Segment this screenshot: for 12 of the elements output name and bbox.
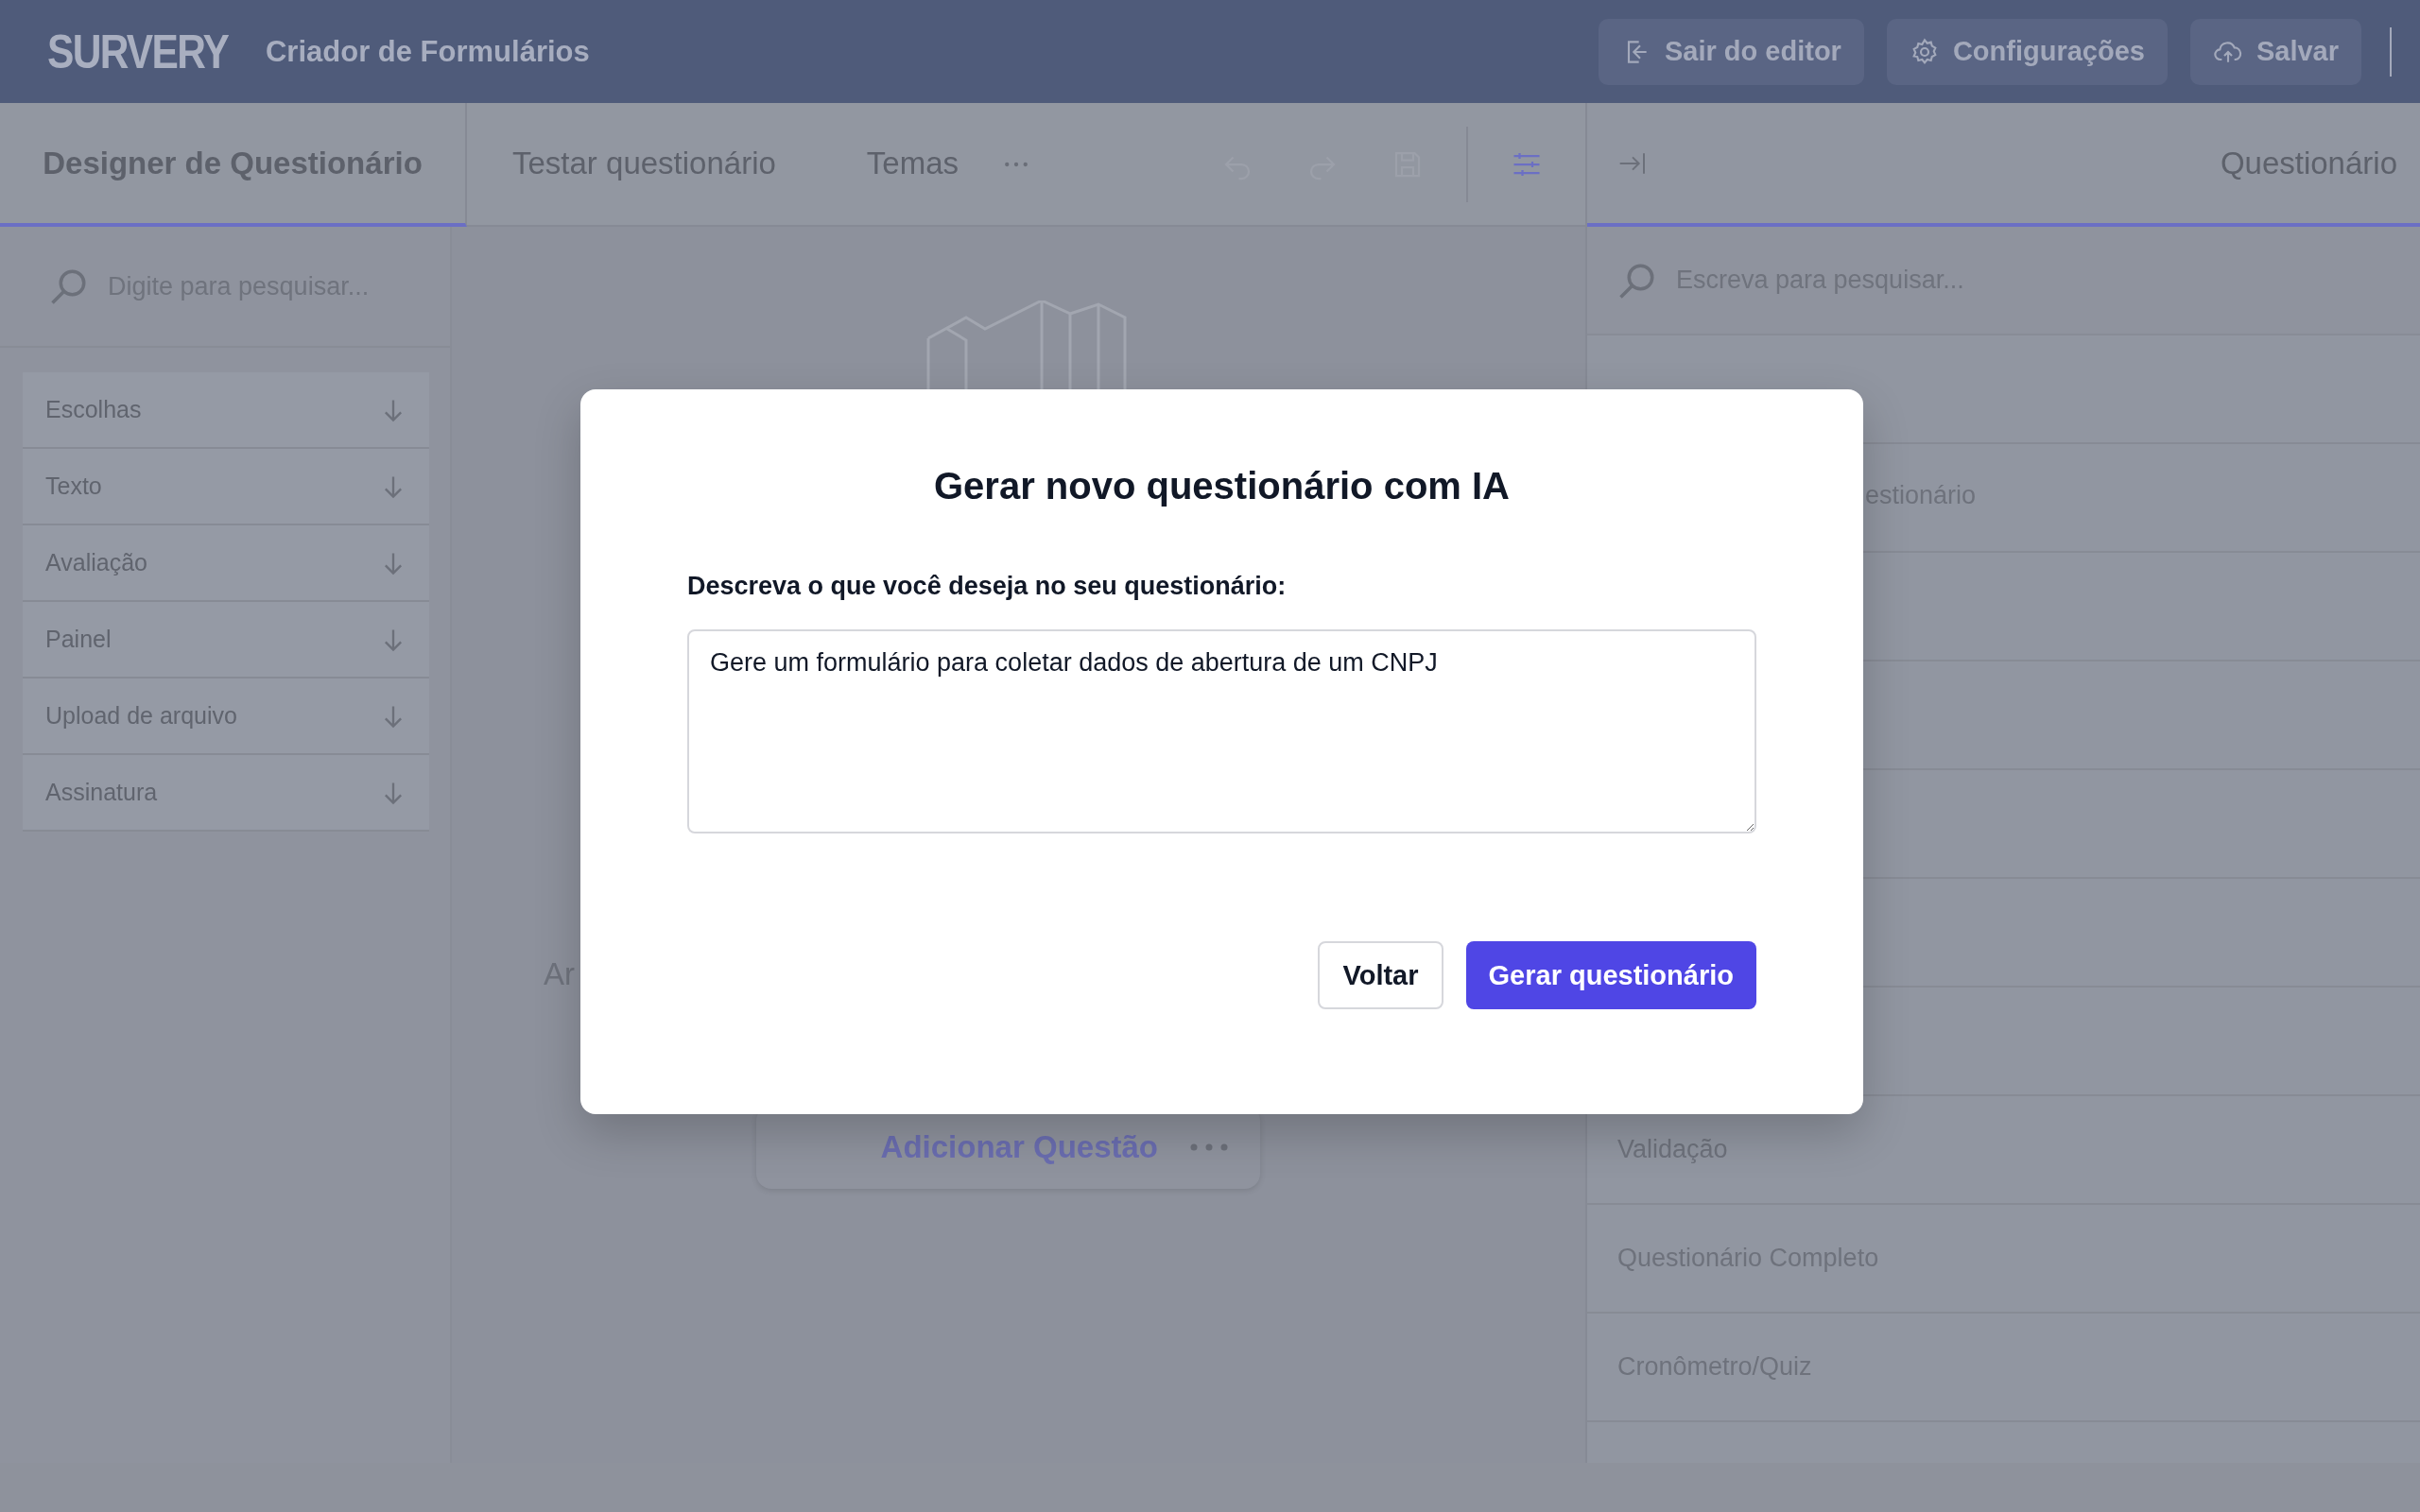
more-icon[interactable] xyxy=(1190,1143,1228,1151)
save-button[interactable]: Salvar xyxy=(2189,18,2361,85)
app-title: Criador de Formulários xyxy=(265,34,590,69)
prompt-field[interactable]: Gere um formulário para coletar dados de abertura de um CNPJ xyxy=(687,629,1756,833)
back-button[interactable]: Voltar xyxy=(1318,941,1443,1009)
dialog-title: Gerar novo questionário com IA xyxy=(933,465,1511,507)
generate-button[interactable]: Gerar questionário xyxy=(1465,941,1756,1009)
logo: SURVERY xyxy=(47,24,229,79)
exit-editor-button[interactable]: Sair do editor xyxy=(1598,18,1864,85)
settings-button[interactable]: Configurações xyxy=(1886,18,2168,85)
more-icon[interactable] xyxy=(1004,160,1029,168)
field-label: Descreva o que você deseja no seu questionário: xyxy=(687,572,1288,601)
